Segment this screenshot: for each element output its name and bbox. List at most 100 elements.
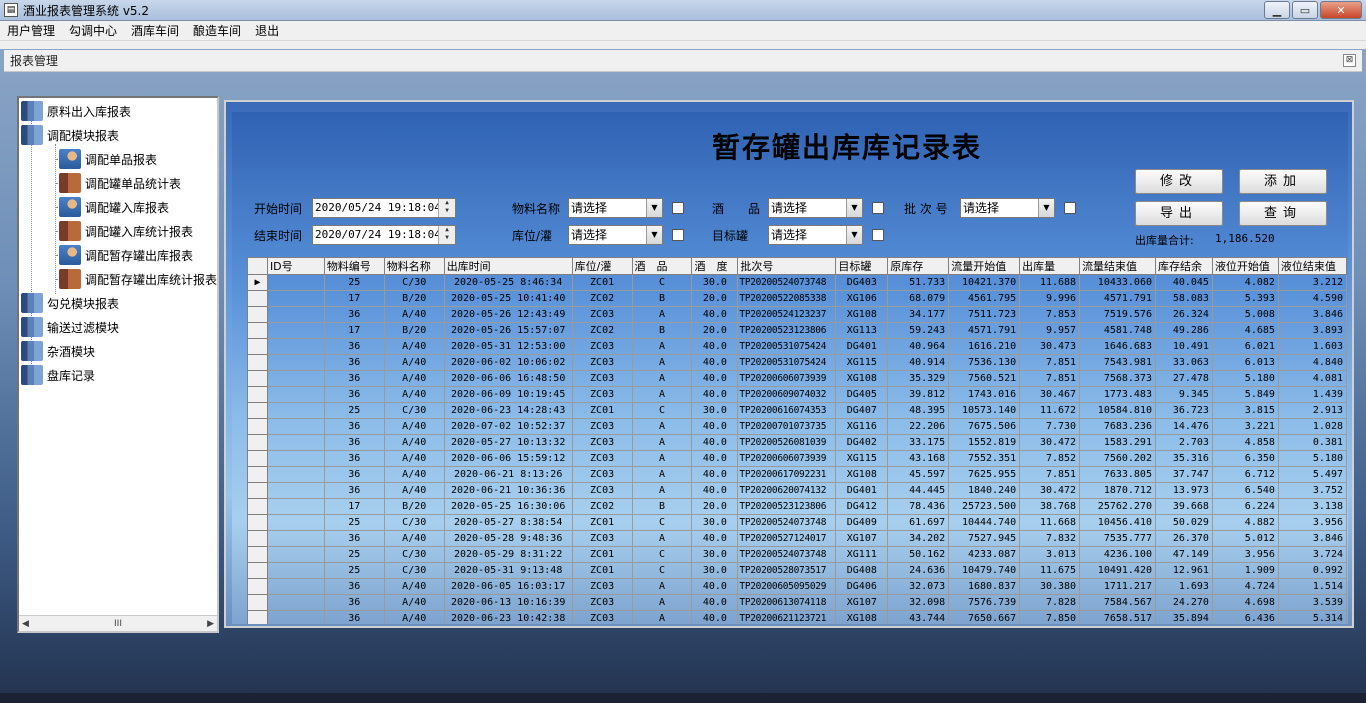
table-cell[interactable]: TP20200522085338 [737,290,837,307]
table-cell[interactable]: 2020-06-13 10:16:39 [443,594,573,611]
table-cell[interactable]: 30.472 [1019,434,1081,451]
table-cell[interactable]: 40.964 [887,338,950,355]
table-cell[interactable]: 2020-05-31 9:13:48 [443,562,573,579]
table-row[interactable]: ▶ 25 C/30 2020-05-25 8:46:34 ZC01 C 30.0 TP2020… [247,274,1347,291]
table-cell[interactable]: 10433.060 [1079,274,1156,291]
table-cell[interactable]: 58.083 [1154,290,1213,307]
table-cell[interactable]: ZC03 [571,594,633,611]
row-selector[interactable] [247,450,268,467]
table-cell[interactable]: 10421.370 [948,274,1021,291]
location-select[interactable]: 请选择 ▼ [568,225,663,245]
row-selector[interactable] [247,354,268,371]
table-cell[interactable]: ZC01 [571,562,633,579]
table-cell[interactable]: XG111 [835,546,889,563]
table-cell[interactable]: C [631,402,693,419]
table-cell[interactable] [266,466,325,483]
table-cell[interactable]: 30.467 [1019,386,1081,403]
table-cell[interactable]: A [631,418,693,435]
export-button[interactable]: 导出 [1135,201,1223,226]
table-cell[interactable]: ZC03 [571,466,633,483]
table-cell[interactable]: 40.0 [691,530,739,547]
table-cell[interactable]: 5.314 [1277,610,1347,624]
table-row[interactable]: 36 A/40 2020-05-28 9:48:36 ZC03 A 40.0 TP20200… [247,530,1347,547]
table-cell[interactable]: DG401 [835,338,889,355]
table-cell[interactable]: 35.329 [887,370,950,387]
table-cell[interactable]: 7.832 [1019,530,1081,547]
table-cell[interactable]: 2020-07-02 10:52:37 [443,418,573,435]
table-cell[interactable]: 11.672 [1019,402,1081,419]
row-selector[interactable] [247,594,268,611]
row-selector[interactable] [247,290,268,307]
table-cell[interactable]: 1616.210 [948,338,1021,355]
table-cell[interactable]: 7.853 [1019,306,1081,323]
table-cell[interactable]: 3.956 [1211,546,1279,563]
table-cell[interactable]: C/30 [383,402,445,419]
table-cell[interactable]: 4.724 [1211,578,1279,595]
table-cell[interactable]: 1870.712 [1079,482,1156,499]
table-cell[interactable]: 7675.506 [948,418,1021,435]
table-cell[interactable]: 40.045 [1154,274,1213,291]
row-selector[interactable] [247,322,268,339]
table-cell[interactable]: XG106 [835,290,889,307]
table-cell[interactable]: TP20200617092231 [737,466,837,483]
table-cell[interactable]: 6.013 [1211,354,1279,371]
row-selector[interactable] [247,434,268,451]
table-cell[interactable]: ZC03 [571,306,633,323]
table-cell[interactable]: 2020-06-09 10:19:45 [443,386,573,403]
table-cell[interactable]: 6.224 [1211,498,1279,515]
table-cell[interactable]: 5.180 [1211,370,1279,387]
table-cell[interactable]: TP20200606073939 [737,450,837,467]
tree-horizontal-scrollbar[interactable]: ◀ III ▶ [19,615,217,631]
table-cell[interactable]: 30.473 [1019,338,1081,355]
table-row[interactable]: 36 A/40 2020-05-26 12:43:49 ZC03 A 40.0 TP2020… [247,306,1347,323]
table-cell[interactable]: 3.539 [1277,594,1347,611]
table-cell[interactable]: 20.0 [691,290,739,307]
table-cell[interactable]: DG403 [835,274,889,291]
table-cell[interactable]: XG108 [835,370,889,387]
table-cell[interactable]: 40.0 [691,450,739,467]
table-cell[interactable]: A/40 [383,434,445,451]
table-cell[interactable]: 49.286 [1154,322,1213,339]
target-tank-select[interactable]: 请选择 ▼ [768,225,863,245]
table-cell[interactable] [266,306,325,323]
table-cell[interactable]: TP20200701073735 [737,418,837,435]
table-cell[interactable]: 36 [323,482,385,499]
tree-item-transfer-filter-module[interactable]: 输送过滤模块 [21,316,119,338]
column-header[interactable]: 库存结余 [1154,257,1213,275]
table-cell[interactable]: 4.590 [1277,290,1347,307]
table-cell[interactable]: A [631,434,693,451]
table-cell[interactable]: C/30 [383,514,445,531]
table-cell[interactable]: 7.852 [1019,450,1081,467]
table-cell[interactable]: 32.073 [887,578,950,595]
table-cell[interactable]: A/40 [383,610,445,624]
table-cell[interactable]: 6.436 [1211,610,1279,624]
table-cell[interactable]: 2020-06-06 16:48:50 [443,370,573,387]
table-cell[interactable]: 3.221 [1211,418,1279,435]
table-row[interactable]: 36 A/40 2020-06-06 15:59:12 ZC03 A 40.0 TP2020… [247,450,1347,467]
table-cell[interactable]: ZC01 [571,514,633,531]
table-cell[interactable]: A [631,578,693,595]
table-cell[interactable] [266,354,325,371]
table-cell[interactable]: ZC01 [571,402,633,419]
table-cell[interactable]: 5.393 [1211,290,1279,307]
table-cell[interactable]: 50.162 [887,546,950,563]
table-cell[interactable]: 1646.683 [1079,338,1156,355]
table-cell[interactable]: 7536.130 [948,354,1021,371]
table-cell[interactable]: TP20200531075424 [737,338,837,355]
row-selector[interactable] [247,386,268,403]
table-cell[interactable]: 12.961 [1154,562,1213,579]
row-selector[interactable] [247,498,268,515]
table-cell[interactable]: 17 [323,290,385,307]
dropdown-arrow-icon[interactable]: ▼ [846,226,862,244]
tree-item-blending-tank-single-stats[interactable]: 调配罐单品统计表 [59,172,181,194]
table-cell[interactable]: 4.082 [1211,274,1279,291]
table-cell[interactable]: TP20200531075424 [737,354,837,371]
table-cell[interactable]: 17 [323,322,385,339]
table-cell[interactable]: 40.0 [691,306,739,323]
table-cell[interactable]: 10456.410 [1079,514,1156,531]
table-cell[interactable] [266,386,325,403]
table-cell[interactable]: 44.445 [887,482,950,499]
table-cell[interactable]: TP20200613074118 [737,594,837,611]
table-cell[interactable]: 25 [323,562,385,579]
table-cell[interactable]: 36 [323,594,385,611]
